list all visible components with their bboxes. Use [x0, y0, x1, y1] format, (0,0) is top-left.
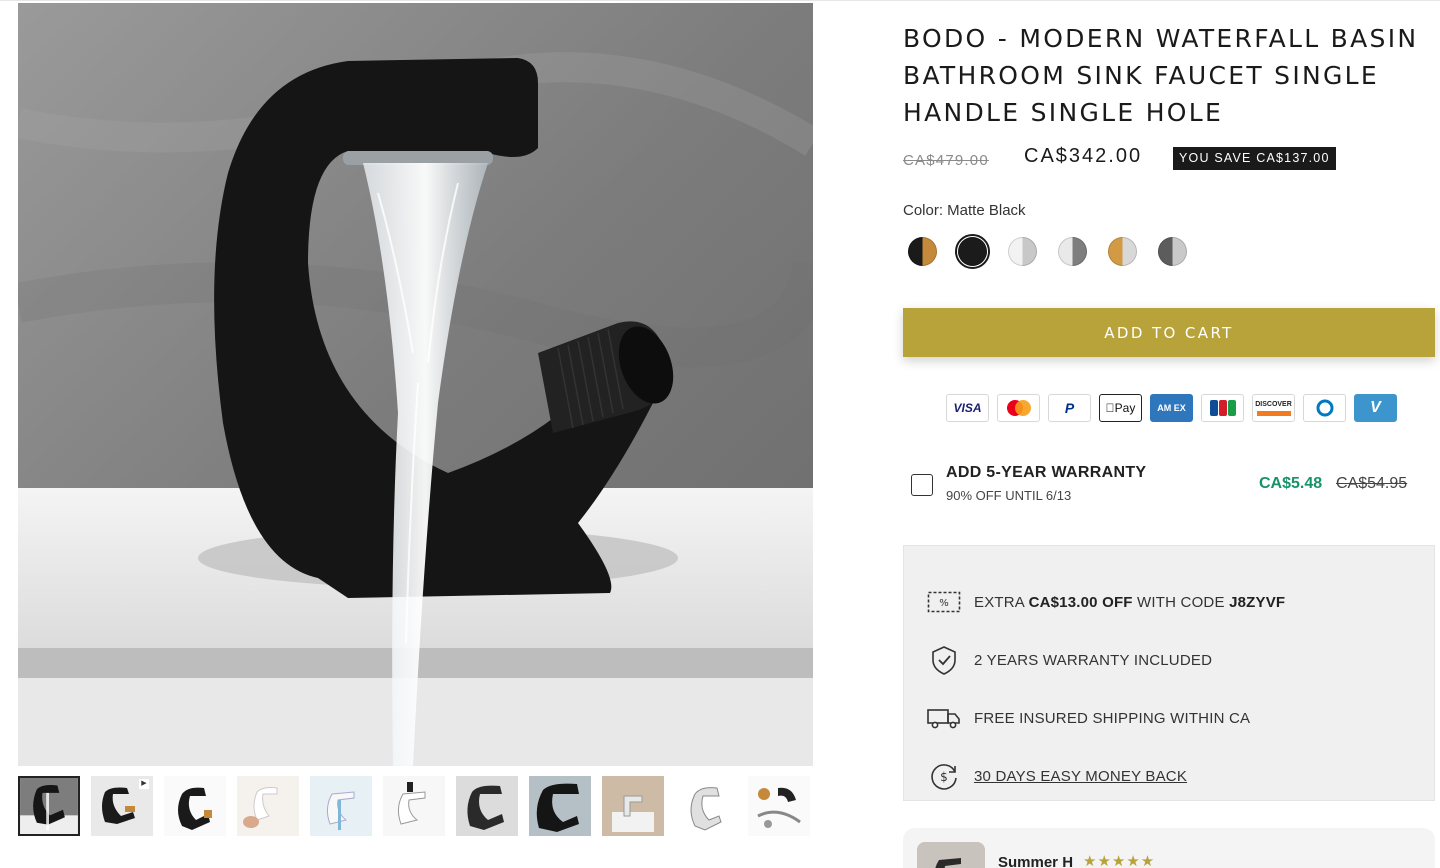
venmo-icon: V	[1354, 394, 1397, 422]
warranty-title: ADD 5-YEAR WARRANTY	[946, 464, 1147, 481]
money-back-icon: $	[926, 759, 962, 793]
color-swatch-gold-chrome[interactable]	[1105, 234, 1140, 269]
swatch-dot	[1108, 237, 1137, 266]
truck-icon	[926, 701, 962, 735]
thumbnail[interactable]	[675, 776, 737, 836]
thumbnail[interactable]	[602, 776, 664, 836]
warranty-upsell: ADD 5-YEAR WARRANTY 90% OFF UNTIL 6/13 C…	[903, 460, 1435, 510]
swatch-dot	[1058, 237, 1087, 266]
color-swatch-gunmetal[interactable]	[1155, 234, 1190, 269]
shield-check-icon	[926, 643, 962, 677]
perk-code-middle: WITH CODE	[1137, 593, 1225, 611]
perk-money-back: $ 30 DAYS EASY MONEY BACK	[926, 759, 1416, 793]
jcb-icon	[1201, 394, 1244, 422]
thumbnail-video[interactable]: ▶	[91, 776, 153, 836]
perk-warranty: 2 YEARS WARRANTY INCLUDED	[926, 643, 1416, 677]
review-photo[interactable]	[917, 842, 985, 868]
discount-code[interactable]: J8ZYVF	[1229, 594, 1285, 611]
thumbnail[interactable]	[164, 776, 226, 836]
discover-icon: DISCOVER	[1252, 394, 1295, 422]
thumbnail[interactable]	[748, 776, 810, 836]
perk-code-prefix: EXTRA	[974, 593, 1025, 611]
play-icon: ▶	[139, 779, 149, 789]
reviewer-name: Summer H	[998, 854, 1074, 868]
price-row: CA$479.00 CA$342.00 YOU SAVE CA$137.00	[903, 144, 1435, 174]
thumbnail[interactable]	[310, 776, 372, 836]
main-product-image[interactable]	[18, 3, 813, 766]
perk-shipping-text: FREE INSURED SHIPPING WITHIN CA	[974, 709, 1251, 727]
color-swatch-matte-black[interactable]	[955, 234, 990, 269]
color-swatches	[905, 234, 1190, 269]
review-card: Summer H ★★★★★	[903, 828, 1435, 868]
color-swatch-chrome[interactable]	[1055, 234, 1090, 269]
svg-text:$: $	[940, 770, 948, 784]
rating-stars: ★★★★★	[1083, 853, 1156, 868]
perks-box: % EXTRA CA$13.00 OFF WITH CODE J8ZYVF 2 …	[903, 545, 1435, 801]
perk-warranty-text: 2 YEARS WARRANTY INCLUDED	[974, 651, 1213, 669]
swatch-dot	[908, 237, 937, 266]
add-to-cart-button[interactable]: ADD TO CART	[903, 308, 1435, 357]
visa-icon: VISA	[946, 394, 989, 422]
amex-icon: AM EX	[1150, 394, 1193, 422]
color-swatch-black-gold[interactable]	[905, 234, 940, 269]
swatch-dot	[1158, 237, 1187, 266]
product-info: BODO - MODERN WATERFALL BASIN BATHROOM S…	[903, 20, 1435, 868]
product-title: BODO - MODERN WATERFALL BASIN BATHROOM S…	[903, 24, 1419, 127]
thumbnail-strip: ▶	[18, 776, 813, 838]
warranty-checkbox[interactable]	[911, 474, 933, 496]
perk-discount-code: % EXTRA CA$13.00 OFF WITH CODE J8ZYVF	[926, 585, 1416, 619]
thumbnail[interactable]	[237, 776, 299, 836]
warranty-subtitle: 90% OFF UNTIL 6/13	[946, 488, 1072, 503]
payment-icons: VISA P Pay AM EX DISCOVER V	[946, 394, 1397, 422]
warranty-compare-price: CA$54.95	[1336, 475, 1408, 492]
thumbnail[interactable]	[383, 776, 445, 836]
apple-pay-icon: Pay	[1099, 394, 1142, 422]
svg-text:%: %	[939, 598, 949, 609]
thumbnail[interactable]	[18, 776, 80, 836]
swatch-dot	[1008, 237, 1037, 266]
mastercard-icon	[997, 394, 1040, 422]
coupon-icon: %	[926, 585, 962, 619]
diners-icon	[1303, 394, 1346, 422]
color-swatch-white-chrome[interactable]	[1005, 234, 1040, 269]
swatch-dot	[958, 237, 987, 266]
warranty-price: CA$5.48	[1259, 475, 1323, 492]
sale-price: CA$342.00	[1024, 145, 1143, 167]
money-back-link[interactable]: 30 DAYS EASY MONEY BACK	[974, 768, 1187, 785]
paypal-icon: P	[1048, 394, 1091, 422]
color-label: Color: Matte Black	[903, 202, 1026, 219]
thumbnail[interactable]	[456, 776, 518, 836]
savings-badge: YOU SAVE CA$137.00	[1173, 147, 1336, 170]
compare-at-price: CA$479.00	[903, 152, 989, 169]
perk-code-amount: CA$13.00 OFF	[1028, 593, 1133, 611]
perk-shipping: FREE INSURED SHIPPING WITHIN CA	[926, 701, 1416, 735]
thumbnail[interactable]	[529, 776, 591, 836]
